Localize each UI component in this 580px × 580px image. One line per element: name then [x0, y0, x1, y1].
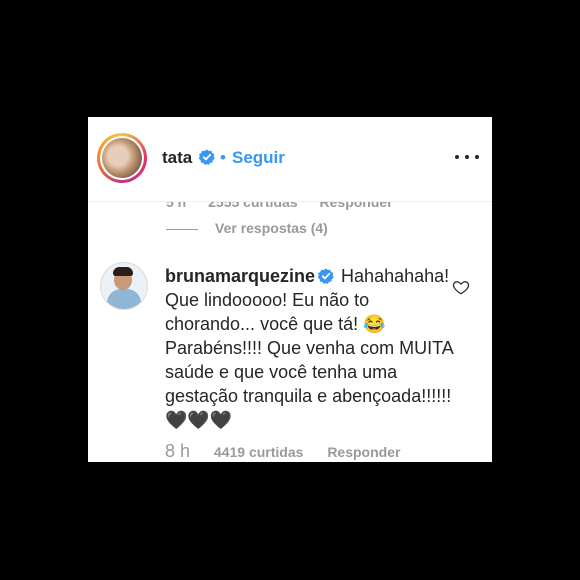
profile-avatar[interactable] — [97, 133, 147, 183]
commenter-avatar[interactable] — [100, 262, 148, 310]
avatar-image — [102, 138, 142, 178]
post-username[interactable]: tata — [162, 148, 192, 168]
view-replies-button[interactable]: Ver respostas (4) — [215, 220, 328, 236]
verified-badge-icon — [318, 268, 334, 284]
instagram-post-panel: tata • Seguir 5 h 2555 curtidas Responde… — [88, 117, 492, 462]
comment-username[interactable]: brunamarquezine — [165, 266, 315, 286]
comment-text: Hahahahaha! Que lindooooo! Eu não to cho… — [165, 266, 453, 430]
comment-body: brunamarquezine Hahahahaha! Que lindoooo… — [165, 264, 455, 432]
post-header: tata • Seguir — [88, 117, 492, 202]
replies-divider — [166, 229, 198, 230]
more-options-icon[interactable] — [454, 149, 480, 165]
header-separator: • — [220, 148, 226, 167]
comment-likes[interactable]: 4419 curtidas — [214, 444, 304, 460]
comment-time: 8 h — [165, 441, 191, 461]
follow-button[interactable]: Seguir — [232, 148, 285, 168]
verified-badge-icon — [199, 149, 215, 165]
comment-meta: 8 h 4419 curtidas Responder — [165, 441, 400, 462]
reply-button[interactable]: Responder — [327, 444, 400, 460]
heart-outline-icon[interactable] — [452, 278, 470, 296]
